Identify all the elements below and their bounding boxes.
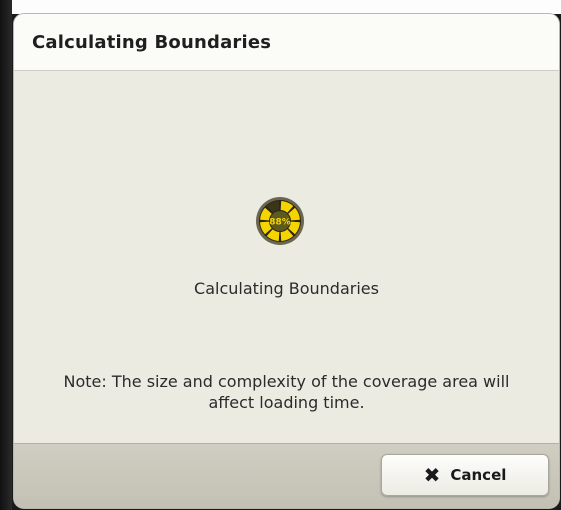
calculating-boundaries-dialog: Calculating Boundaries 88% Calculating B… — [14, 14, 559, 508]
screen-left-edge — [0, 0, 12, 510]
dialog-title: Calculating Boundaries — [32, 31, 272, 53]
dialog-footer: ✖ Cancel — [14, 443, 559, 508]
dialog-header: Calculating Boundaries — [14, 14, 559, 71]
cancel-button-label: Cancel — [450, 466, 507, 484]
spinner-graphic: 88% — [256, 197, 304, 245]
dialog-body: 88% Calculating Boundaries Note: The siz… — [14, 71, 559, 444]
status-text: Calculating Boundaries — [194, 279, 379, 298]
progress-spinner: 88% — [255, 196, 305, 246]
cancel-button[interactable]: ✖ Cancel — [381, 454, 549, 496]
screen-top-edge — [0, 0, 561, 14]
x-icon: ✖ — [423, 463, 441, 487]
note-text: Note: The size and complexity of the cov… — [63, 372, 510, 412]
progress-percent-label: 88% — [269, 218, 291, 228]
